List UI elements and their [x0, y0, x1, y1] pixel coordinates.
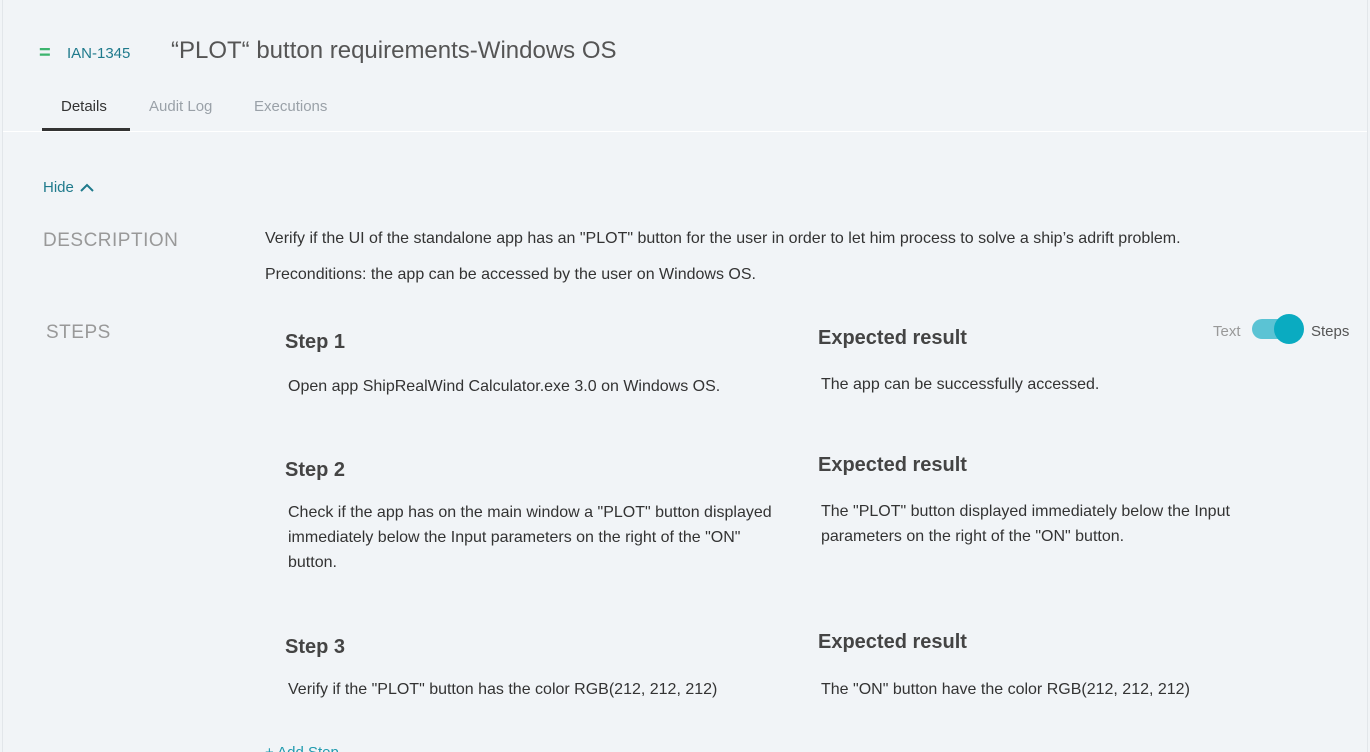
- expected-result-label: Expected result: [818, 631, 967, 653]
- tab-executions[interactable]: Executions: [254, 98, 327, 115]
- toggle-text-label: Text: [1213, 323, 1241, 340]
- add-step-button[interactable]: + Add Step: [265, 744, 339, 752]
- step-expected-result[interactable]: The app can be successfully accessed.: [821, 372, 1291, 397]
- preconditions-text: Preconditions: the app can be accessed b…: [265, 266, 756, 283]
- step-title: Step 1: [285, 331, 346, 353]
- step-title: Step 3: [285, 636, 346, 658]
- description-label: DESCRIPTION: [43, 230, 179, 251]
- toggle-steps-label: Steps: [1311, 323, 1350, 340]
- step-action[interactable]: Check if the app has on the main window …: [288, 500, 778, 575]
- toggle-knob: [1274, 314, 1304, 344]
- view-mode-toggle[interactable]: [1252, 314, 1304, 344]
- issue-key-link[interactable]: IAN-1345: [67, 45, 130, 62]
- hide-toggle[interactable]: Hide: [43, 179, 94, 196]
- step-expected-result[interactable]: The "ON" button have the color RGB(212, …: [821, 677, 1291, 702]
- page-title: “PLOT“ button requirements-Windows OS: [171, 37, 617, 64]
- step-title: Step 2: [285, 459, 346, 481]
- equals-icon: =: [39, 42, 51, 64]
- issue-detail-panel: = IAN-1345 “PLOT“ button requirements-Wi…: [2, 0, 1368, 752]
- tab-audit-log[interactable]: Audit Log: [149, 98, 212, 115]
- expected-result-label: Expected result: [818, 454, 967, 476]
- tab-divider: [3, 131, 1367, 132]
- steps-label: STEPS: [46, 322, 111, 343]
- hide-label: Hide: [43, 179, 74, 196]
- step-action[interactable]: Verify if the "PLOT" button has the colo…: [288, 677, 778, 702]
- expected-result-label: Expected result: [818, 327, 967, 349]
- tab-details[interactable]: Details: [61, 98, 107, 115]
- description-text: Verify if the UI of the standalone app h…: [265, 230, 1181, 247]
- step-expected-result[interactable]: The "PLOT" button displayed immediately …: [821, 499, 1291, 549]
- active-tab-indicator: [42, 128, 130, 131]
- step-action[interactable]: Open app ShipRealWind Calculator.exe 3.0…: [288, 374, 778, 399]
- chevron-up-icon: [80, 183, 94, 192]
